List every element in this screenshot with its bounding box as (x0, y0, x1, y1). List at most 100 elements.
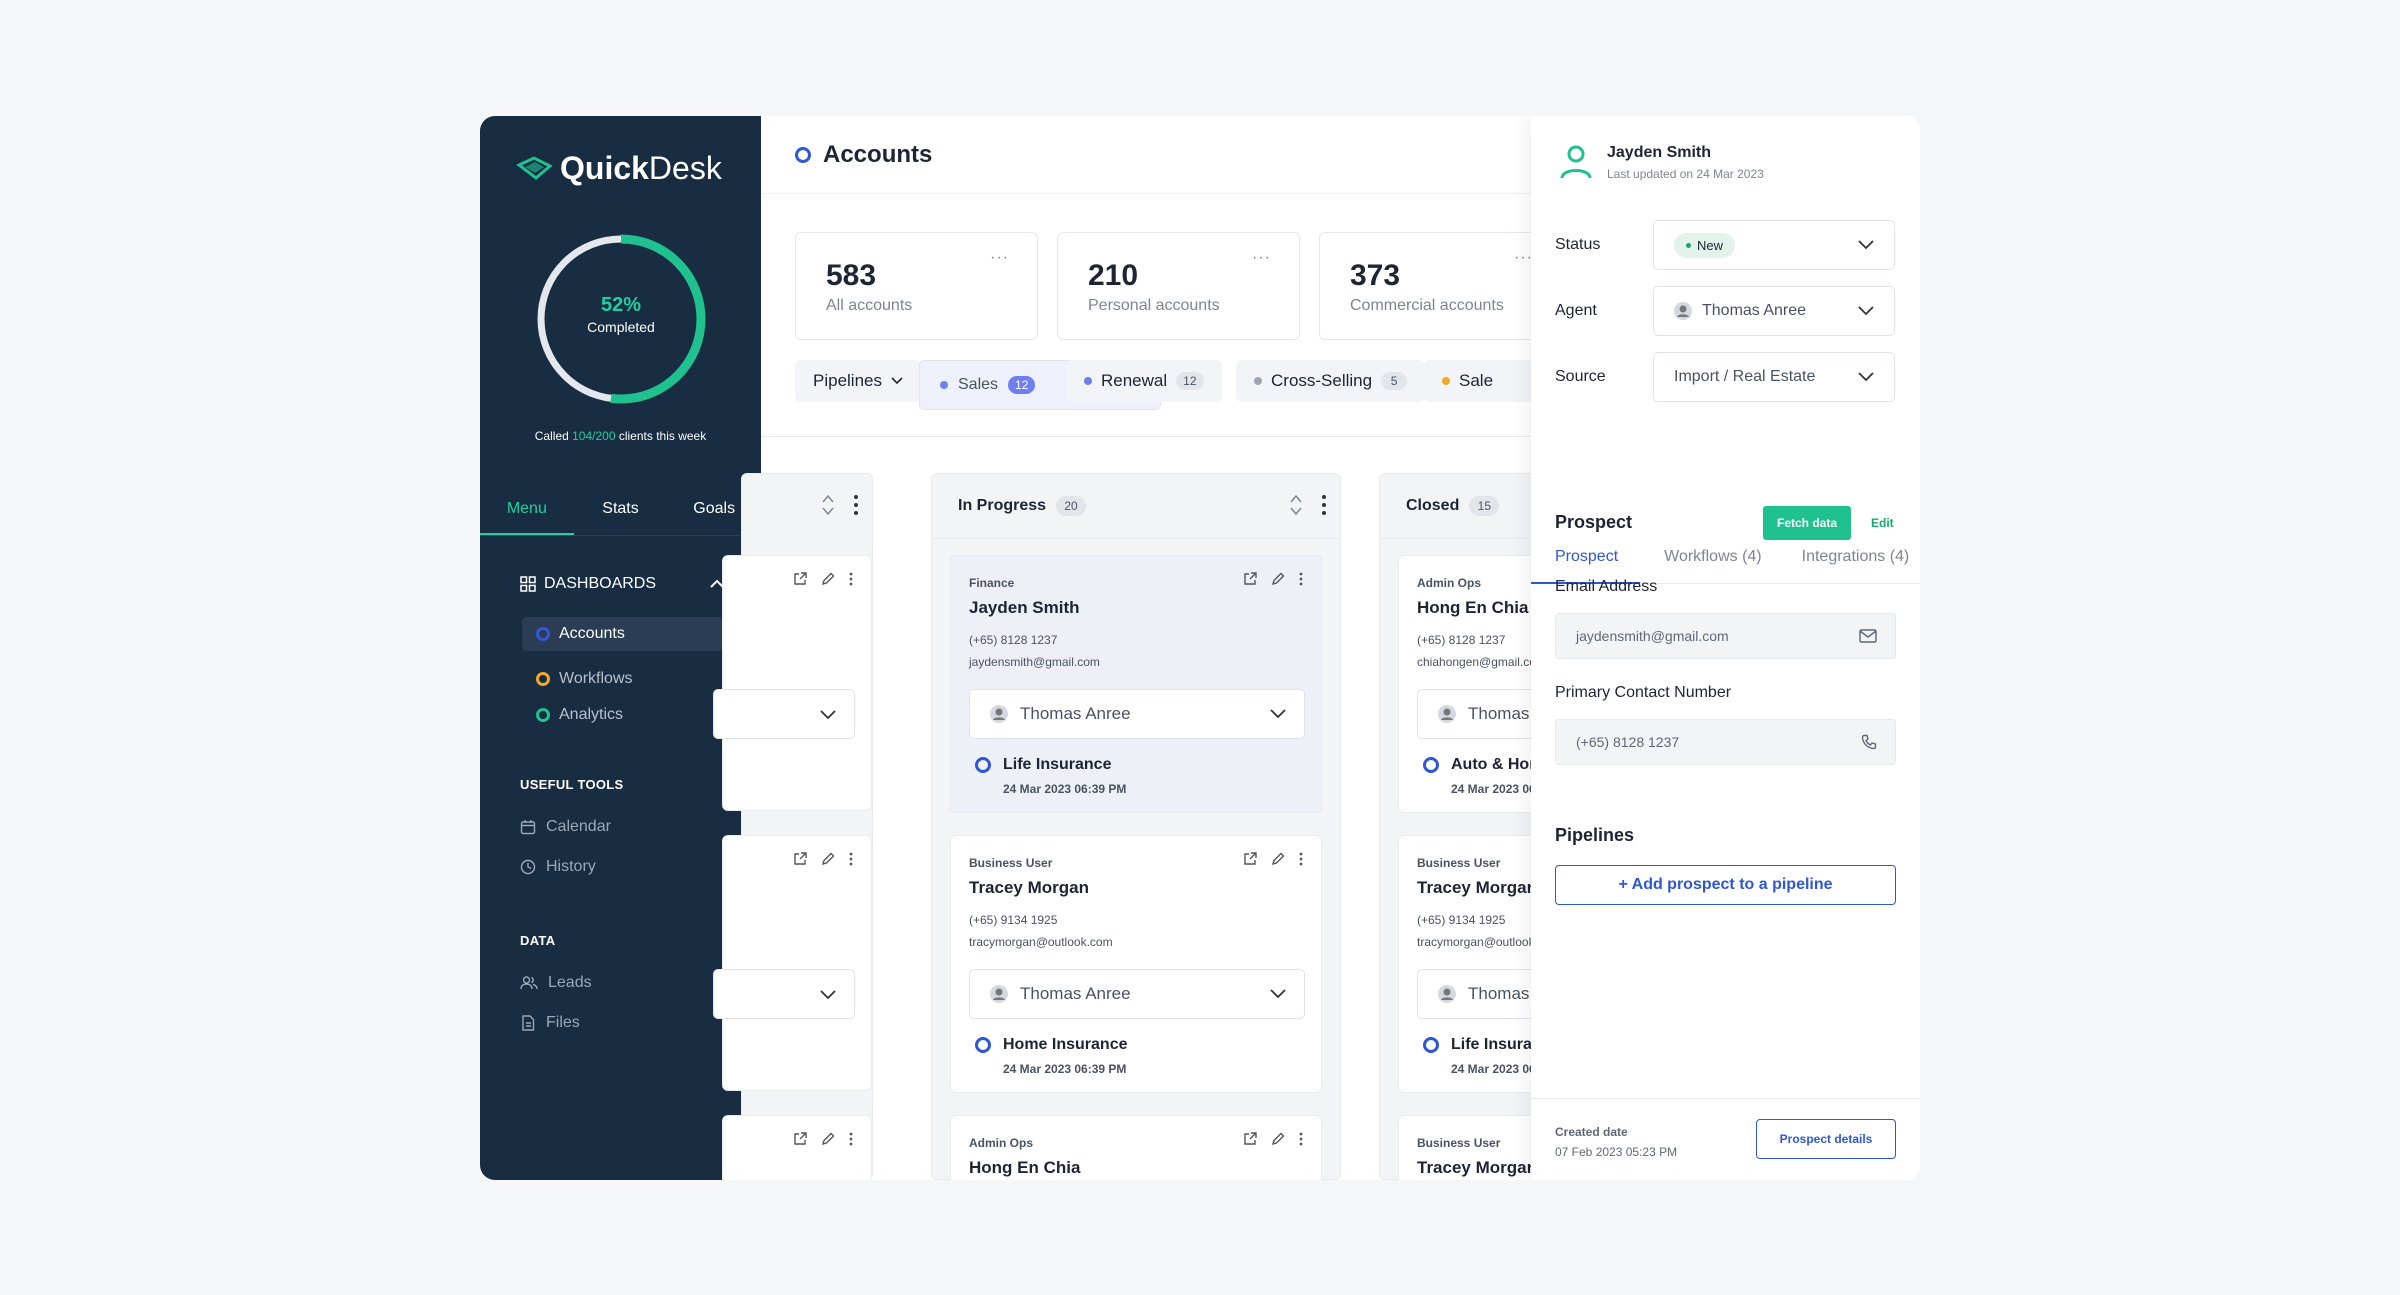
kebab-icon[interactable] (849, 852, 853, 866)
card-product: Home Insurance (975, 1036, 1127, 1054)
external-link-icon[interactable] (793, 1132, 807, 1146)
stat-label: All accounts (826, 297, 913, 314)
account-card[interactable]: Admin Ops Hong En Chia (950, 1115, 1322, 1180)
prospect-details-button[interactable]: Prospect details (1756, 1119, 1896, 1159)
progress-text: 52% Completed (533, 294, 709, 335)
sidebar-item-accounts[interactable]: Accounts (522, 617, 722, 651)
card-partial[interactable] (713, 555, 872, 811)
agent-name: Thomas Anree (1020, 704, 1131, 723)
card-name: Tracey Morgan (1417, 878, 1537, 897)
kebab-icon[interactable] (849, 572, 853, 586)
agent-select[interactable] (713, 969, 855, 1019)
dashboards-label: DASHBOARDS (544, 575, 657, 592)
tab-menu[interactable]: Menu (480, 486, 574, 535)
source-value: Import / Real Estate (1674, 368, 1816, 385)
filter-chip-renewal[interactable]: Renewal 12 (1066, 360, 1222, 402)
tab-prospect[interactable]: Prospect (1531, 528, 1641, 584)
external-link-icon[interactable] (793, 572, 807, 586)
card-email: tracymorgan@outlook.com (969, 935, 1113, 949)
pencil-icon[interactable] (821, 572, 835, 586)
card-partial[interactable] (722, 1115, 872, 1180)
agent-label: Agent (1555, 302, 1597, 319)
kebab-icon[interactable] (1299, 1132, 1303, 1146)
tab-workflows[interactable]: Workflows (4) (1640, 528, 1778, 584)
fetch-data-button[interactable]: Fetch data (1763, 506, 1851, 540)
external-link-icon[interactable] (1243, 1132, 1257, 1146)
sidebar-item-label: Analytics (559, 706, 624, 723)
avatar-icon (1438, 705, 1456, 723)
stat-card-commercial[interactable]: 373 Commercial accounts ··· (1319, 232, 1562, 340)
main-content: Accounts 583 All accounts ··· 210 Person… (713, 116, 1789, 1180)
stat-card-personal[interactable]: 210 Personal accounts ··· (1057, 232, 1300, 340)
avatar-icon (990, 985, 1008, 1003)
agent-select[interactable] (713, 689, 855, 739)
sidebar-item-workflows[interactable]: Workflows (522, 662, 722, 696)
card-phone: (+65) 8128 1237 (969, 633, 1058, 647)
tab-stats[interactable]: Stats (574, 486, 668, 535)
logo[interactable]: QuickDesk (516, 150, 722, 187)
sidebar-item-files[interactable]: Files (520, 1014, 580, 1032)
pencil-icon[interactable] (821, 1132, 835, 1146)
phone-icon (1861, 734, 1877, 750)
source-select[interactable]: Import / Real Estate (1653, 352, 1895, 402)
pencil-icon[interactable] (821, 852, 835, 866)
pencil-icon[interactable] (1271, 572, 1285, 586)
card-category: Finance (969, 576, 1015, 590)
agent-select[interactable]: Thomas Anree (969, 689, 1305, 739)
agent-select[interactable]: Thomas Anree (1653, 286, 1895, 336)
called-summary: Called 104/200 clients this week (480, 429, 761, 443)
phone-value: (+65) 8128 1237 (1576, 734, 1680, 750)
column-title: In Progress (958, 497, 1047, 514)
sidebar-item-history[interactable]: History (520, 858, 596, 876)
kebab-icon[interactable] (1299, 572, 1303, 586)
status-select[interactable]: New (1653, 220, 1895, 270)
card-actions (1243, 852, 1303, 866)
add-pipeline-button[interactable]: + Add prospect to a pipeline (1555, 865, 1896, 905)
kebab-icon[interactable] (849, 1132, 853, 1146)
sidebar-item-label: Leads (548, 974, 592, 991)
pencil-icon[interactable] (1271, 852, 1285, 866)
sort-icon[interactable] (822, 494, 834, 516)
email-field[interactable]: jaydensmith@gmail.com (1555, 613, 1896, 659)
pipelines-dropdown[interactable]: Pipelines (795, 360, 921, 402)
filter-chip-cross-selling[interactable]: Cross-Selling 5 (1236, 360, 1426, 402)
kebab-icon[interactable] (854, 495, 858, 515)
sidebar-item-leads[interactable]: Leads (520, 974, 592, 992)
sidebar-item-analytics[interactable]: Analytics (522, 698, 722, 732)
pencil-icon[interactable] (1271, 1132, 1285, 1146)
accounts-dot-icon (795, 146, 811, 163)
card-partial[interactable] (713, 835, 872, 1091)
phone-field[interactable]: (+65) 8128 1237 (1555, 719, 1896, 765)
card-category: Admin Ops (1417, 576, 1482, 590)
agent-select[interactable]: Thomas Anree (969, 969, 1305, 1019)
edit-button[interactable]: Edit (1871, 516, 1894, 530)
pipelines-label: Pipelines (813, 371, 882, 390)
product-dot-icon (975, 757, 991, 773)
avatar-icon (1438, 985, 1456, 1003)
sidebar-item-calendar[interactable]: Calendar (520, 818, 611, 836)
more-icon[interactable]: ··· (990, 249, 1009, 267)
kebab-icon[interactable] (1322, 495, 1326, 515)
sort-icon[interactable] (1290, 494, 1302, 516)
stat-card-all[interactable]: 583 All accounts ··· (795, 232, 1038, 340)
dashboards-header[interactable]: DASHBOARDS (520, 575, 724, 593)
stat-value: 583 (826, 259, 877, 292)
card-product: Life Insurance (975, 756, 1111, 774)
product-dot-icon (1423, 757, 1439, 773)
logo-text-bold: Quick (560, 150, 649, 186)
more-icon[interactable]: ··· (1252, 249, 1271, 267)
sidebar-item-label: Accounts (559, 625, 625, 642)
data-heading: DATA (520, 933, 556, 948)
external-link-icon[interactable] (793, 852, 807, 866)
agent-name: Thomas Anree (1020, 984, 1131, 1003)
called-prefix: Called (534, 429, 573, 443)
external-link-icon[interactable] (1243, 572, 1257, 586)
called-count: 104/200 (572, 429, 616, 443)
external-link-icon[interactable] (1243, 852, 1257, 866)
sidebar-tabs: Menu Stats Goals (480, 486, 761, 536)
card-actions (793, 1132, 853, 1146)
progress-percent: 52% (600, 294, 642, 316)
kebab-icon[interactable] (1299, 852, 1303, 866)
account-card[interactable]: Finance Jayden Smith (+65) 8128 1237 jay… (950, 555, 1322, 813)
account-card[interactable]: Business User Tracey Morgan (+65) 9134 1… (950, 835, 1322, 1093)
